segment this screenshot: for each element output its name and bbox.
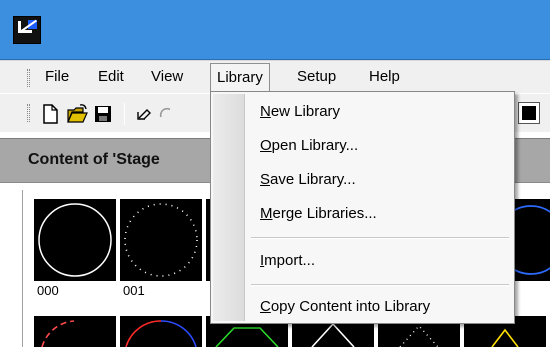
stop-icon (522, 106, 536, 120)
menu-item-save-library[interactable]: Save Library... (260, 167, 356, 193)
menu-separator (251, 284, 509, 286)
menubar-grip-icon[interactable] (27, 69, 30, 87)
menu-item-import[interactable]: Import... (260, 248, 315, 274)
shape-tile-001[interactable] (120, 199, 202, 281)
stop-button[interactable] (518, 102, 540, 124)
shape-tile-multicolor[interactable] (120, 316, 202, 347)
open-folder-icon[interactable] (66, 103, 88, 125)
undo-icon[interactable] (133, 103, 155, 125)
new-document-icon[interactable] (39, 103, 61, 125)
menu-help[interactable]: Help (363, 63, 406, 91)
title-bar (0, 0, 550, 60)
menu-item-merge-libraries[interactable]: Merge Libraries... (260, 201, 377, 227)
app-logo-icon[interactable] (13, 16, 41, 44)
toolbar-grip-icon[interactable] (27, 104, 30, 122)
content-title: Content of 'Stage (28, 151, 160, 168)
menu-separator (251, 237, 509, 239)
shape-tile-000[interactable] (34, 199, 116, 281)
save-disk-icon[interactable] (92, 103, 114, 125)
library-dropdown-menu: New Library Open Library... Save Library… (210, 91, 515, 324)
menu-edit[interactable]: Edit (92, 63, 130, 91)
tile-label-001: 001 (123, 283, 145, 298)
redo-icon[interactable] (158, 103, 170, 125)
menu-icon-gutter (213, 94, 245, 321)
menu-item-new-library[interactable]: New Library (260, 99, 340, 125)
shape-tile-red-arc[interactable] (34, 316, 116, 347)
tile-label-000: 000 (37, 283, 59, 298)
menu-item-copy-content[interactable]: Copy Content into Library (260, 294, 430, 320)
menu-bar: File Edit View Library Setup Help (0, 60, 550, 94)
menu-library[interactable]: Library (210, 63, 270, 94)
menu-file[interactable]: File (39, 63, 75, 91)
toolbar-separator (124, 103, 125, 125)
menu-view[interactable]: View (145, 63, 189, 91)
menu-setup[interactable]: Setup (291, 63, 342, 91)
menu-item-open-library[interactable]: Open Library... (260, 133, 358, 159)
